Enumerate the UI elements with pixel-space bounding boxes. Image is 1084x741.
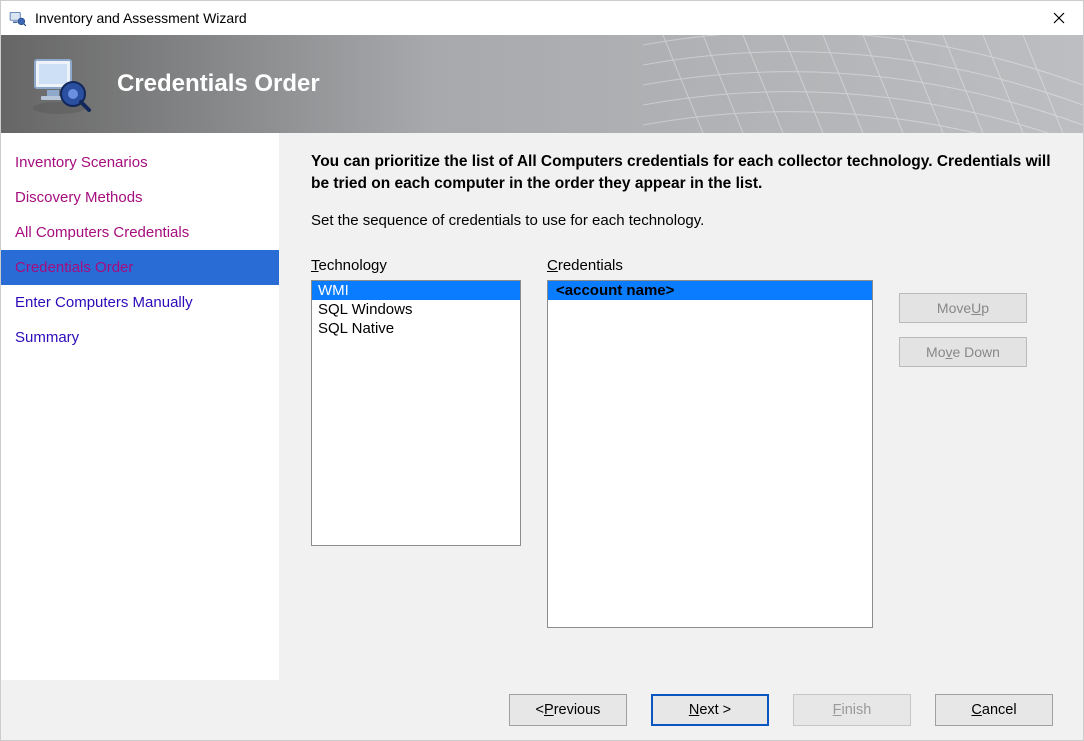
credentials-label: Credentials bbox=[547, 257, 873, 274]
next-button[interactable]: Next > bbox=[651, 694, 769, 726]
page-heading: You can prioritize the list of All Compu… bbox=[311, 151, 1051, 194]
titlebar: Inventory and Assessment Wizard bbox=[1, 1, 1083, 35]
sidebar-item-credentials-order[interactable]: Credentials Order bbox=[1, 250, 279, 285]
move-down-button[interactable]: Move Down bbox=[899, 337, 1027, 367]
window-title: Inventory and Assessment Wizard bbox=[35, 10, 1037, 26]
previous-button[interactable]: < Previous bbox=[509, 694, 627, 726]
credentials-column: Credentials <account name> bbox=[547, 257, 873, 628]
technology-listbox[interactable]: WMI SQL Windows SQL Native bbox=[311, 280, 521, 546]
columns-wrap: Technology WMI SQL Windows SQL Native Cr… bbox=[311, 257, 1051, 628]
sidebar-item-inventory-scenarios[interactable]: Inventory Scenarios bbox=[1, 145, 279, 180]
header-banner: Credentials Order bbox=[1, 35, 1083, 133]
page-subheading: Set the sequence of credentials to use f… bbox=[311, 212, 1051, 229]
technology-item-wmi[interactable]: WMI bbox=[312, 281, 520, 300]
credentials-item-0[interactable]: <account name> bbox=[548, 281, 872, 300]
sidebar-item-summary[interactable]: Summary bbox=[1, 320, 279, 355]
sidebar: Inventory Scenarios Discovery Methods Al… bbox=[1, 133, 279, 680]
finish-button[interactable]: Finish bbox=[793, 694, 911, 726]
sidebar-item-discovery-methods[interactable]: Discovery Methods bbox=[1, 180, 279, 215]
footer-buttons: < Previous Next > Finish Cancel bbox=[1, 680, 1083, 740]
wizard-body: Inventory Scenarios Discovery Methods Al… bbox=[1, 133, 1083, 680]
cancel-button[interactable]: Cancel bbox=[935, 694, 1053, 726]
spacer bbox=[899, 257, 1027, 279]
technology-label: Technology bbox=[311, 257, 521, 274]
content-pane: You can prioritize the list of All Compu… bbox=[279, 133, 1083, 680]
move-buttons-column: Move Up Move Down bbox=[899, 257, 1027, 367]
sidebar-item-enter-computers-manually[interactable]: Enter Computers Manually bbox=[1, 285, 279, 320]
banner-title: Credentials Order bbox=[117, 70, 320, 98]
technology-column: Technology WMI SQL Windows SQL Native bbox=[311, 257, 521, 546]
banner-mesh-decoration bbox=[643, 35, 1083, 133]
technology-item-sql-windows[interactable]: SQL Windows bbox=[312, 300, 520, 319]
banner-icon bbox=[27, 52, 91, 116]
app-icon bbox=[9, 9, 27, 27]
technology-item-sql-native[interactable]: SQL Native bbox=[312, 319, 520, 338]
credentials-listbox[interactable]: <account name> bbox=[547, 280, 873, 628]
close-button[interactable] bbox=[1037, 3, 1081, 33]
move-up-button[interactable]: Move Up bbox=[899, 293, 1027, 323]
sidebar-item-all-computers-credentials[interactable]: All Computers Credentials bbox=[1, 215, 279, 250]
